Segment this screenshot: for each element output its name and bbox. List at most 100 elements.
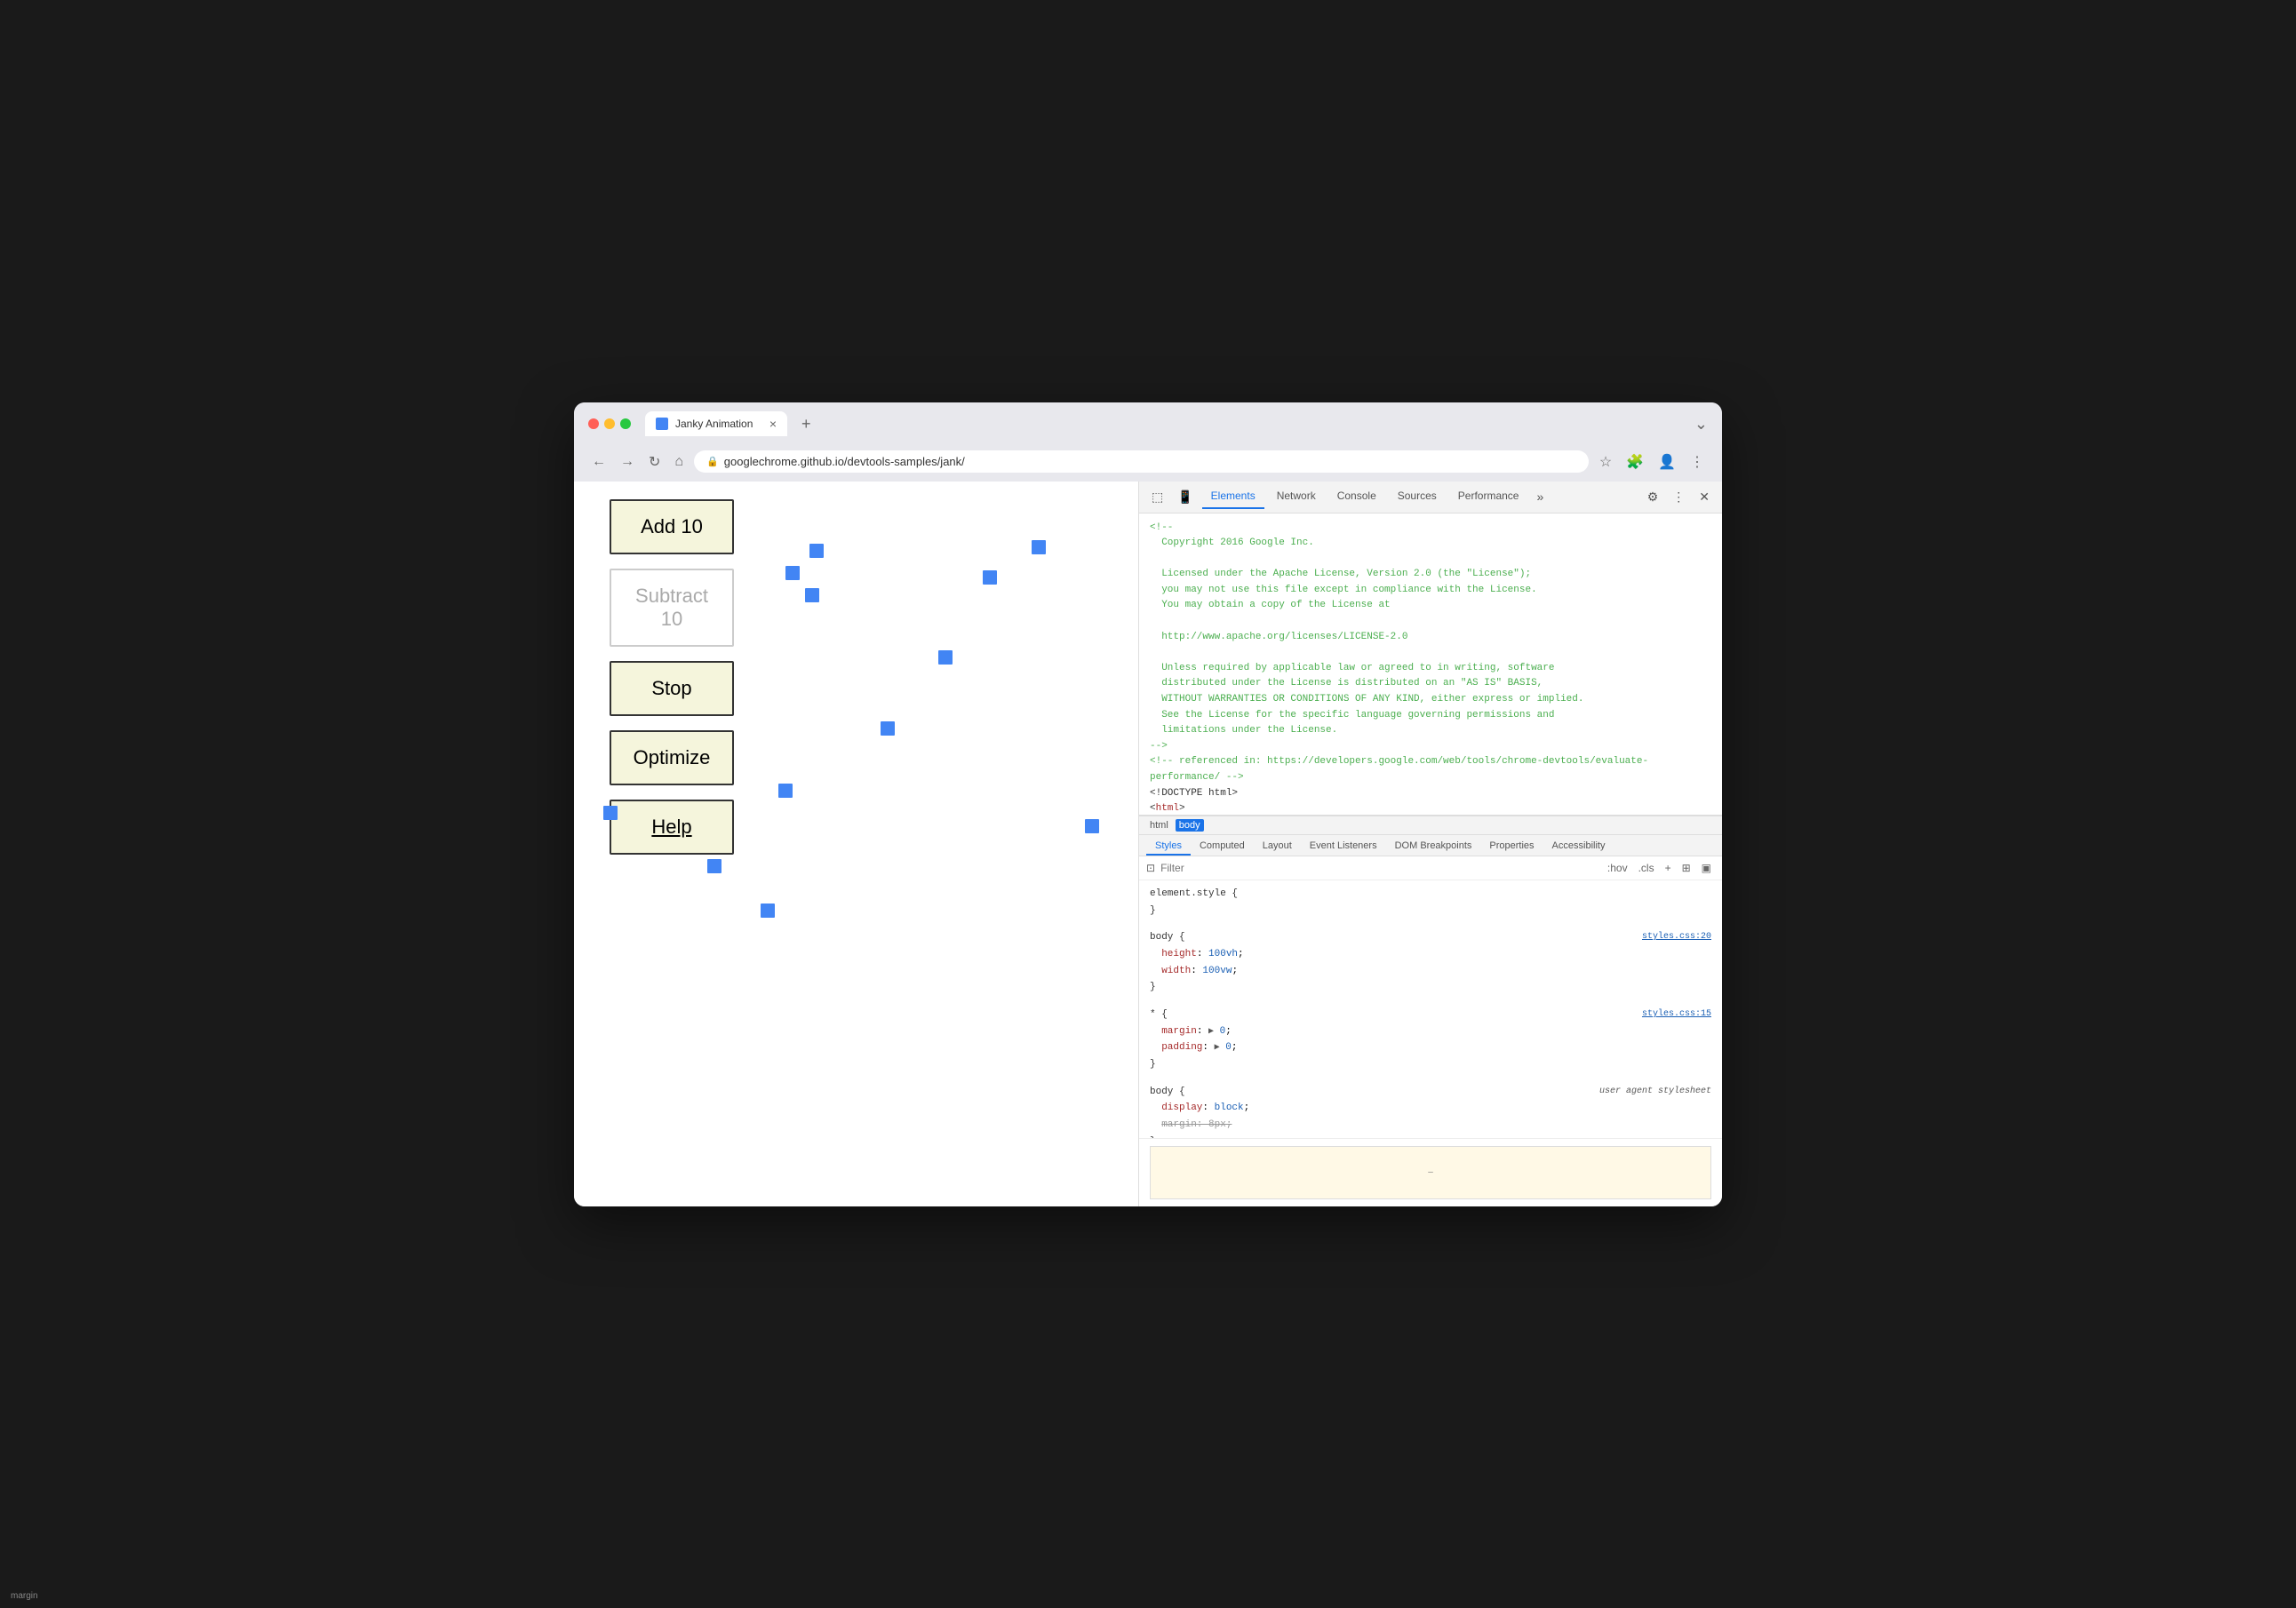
tab-sources[interactable]: Sources (1389, 484, 1446, 509)
animated-square-2 (805, 588, 819, 602)
title-bar: Janky Animation × + ⌄ (574, 402, 1722, 444)
tab-favicon (656, 418, 668, 430)
home-button[interactable]: ⌂ (671, 450, 687, 474)
tab-elements[interactable]: Elements (1202, 484, 1264, 509)
forward-button[interactable]: → (617, 450, 638, 474)
profile-button[interactable]: 👤 (1654, 450, 1679, 474)
reload-button[interactable]: ↻ (645, 450, 664, 474)
window-expand-button[interactable]: ⌄ (1694, 415, 1708, 434)
maximize-traffic-light[interactable] (620, 418, 631, 429)
tab-console[interactable]: Console (1328, 484, 1385, 509)
subtract10-button[interactable]: Subtract 10 (610, 569, 734, 647)
add-style-button[interactable]: + (1662, 860, 1675, 876)
devtools-content: <!-- Copyright 2016 Google Inc. Licensed… (1139, 513, 1722, 1206)
html-ref-comment2: performance/ --> (1150, 770, 1711, 786)
new-style-rule-button[interactable]: ⊞ (1678, 860, 1694, 876)
styles-tabs: Styles Computed Layout Event Listeners D… (1139, 835, 1722, 856)
tab-network[interactable]: Network (1268, 484, 1325, 509)
styles-toolbar: ⊡ :hov .cls + ⊞ ▣ (1139, 856, 1722, 880)
animated-square-5 (1032, 540, 1046, 554)
css-rule-element-style: element.style { } (1150, 886, 1711, 919)
browser-window: Janky Animation × + ⌄ ← → ↻ ⌂ 🔒 googlech… (574, 402, 1722, 1206)
box-model-visual: margin – (1150, 1146, 1711, 1199)
filter-icon: ⊡ (1146, 862, 1155, 874)
devtools-more-button[interactable]: ⋮ (1667, 486, 1690, 508)
more-tabs-button[interactable]: » (1531, 486, 1549, 507)
breadcrumb-bar: html body (1139, 816, 1722, 835)
tab-title: Janky Animation (675, 418, 753, 430)
html-license-5: distributed under the License is distrib… (1150, 676, 1711, 692)
styles-tab-event-listeners[interactable]: Event Listeners (1301, 835, 1386, 856)
minimize-traffic-light[interactable] (604, 418, 615, 429)
optimize-button[interactable]: Optimize (610, 730, 734, 785)
animated-square-3 (785, 566, 800, 580)
hov-cls-buttons: :hov .cls + ⊞ ▣ (1604, 860, 1715, 876)
devtools-settings-button[interactable]: ⚙ (1642, 486, 1664, 508)
animated-square-10 (1085, 819, 1099, 833)
html-license-7: See the License for the specific languag… (1150, 708, 1711, 724)
add10-button[interactable]: Add 10 (610, 499, 734, 554)
tab-performance[interactable]: Performance (1449, 484, 1528, 509)
inspect-element-button[interactable]: ⬚ (1146, 486, 1168, 508)
box-model-dash: – (1428, 1167, 1433, 1177)
devtools-toolbar: ⬚ 📱 Elements Network Console Sources Per… (1139, 482, 1722, 513)
css-rule-universal: * { styles.css:15 margin: ▶ 0; padding: … (1150, 1007, 1711, 1073)
hov-button[interactable]: :hov (1604, 860, 1631, 876)
css-selector-body-ua: body { user agent stylesheet (1150, 1084, 1711, 1101)
css-close-body-1: } (1150, 979, 1711, 996)
new-tab-button[interactable]: + (794, 411, 818, 437)
animated-square-9 (778, 784, 793, 798)
css-prop-width: width: 100vw; (1150, 963, 1711, 980)
html-source-panel: <!-- Copyright 2016 Google Inc. Licensed… (1139, 513, 1722, 816)
animated-square-7 (881, 721, 895, 736)
styles-tab-layout[interactable]: Layout (1254, 835, 1301, 856)
css-close-universal: } (1150, 1056, 1711, 1073)
close-traffic-light[interactable] (588, 418, 599, 429)
html-comment-end: --> (1150, 739, 1711, 755)
animated-square-12 (761, 904, 775, 918)
device-toolbar-button[interactable]: 📱 (1172, 486, 1198, 508)
stop-button[interactable]: Stop (610, 661, 734, 716)
help-button[interactable]: Help (610, 800, 734, 855)
tab-close-button[interactable]: × (769, 417, 777, 431)
filter-input[interactable] (1160, 862, 1598, 874)
page-area: Add 10 Subtract 10 Stop Optimize Help (574, 482, 1138, 1206)
styles-tab-accessibility[interactable]: Accessibility (1543, 835, 1614, 856)
animated-square-8 (603, 806, 618, 820)
styles-tab-styles[interactable]: Styles (1146, 835, 1191, 856)
breadcrumb-html[interactable]: html (1146, 819, 1172, 832)
html-license-url: http://www.apache.org/licenses/LICENSE-2… (1150, 630, 1711, 646)
devtools-close-button[interactable]: ✕ (1694, 486, 1715, 508)
styles-tab-computed[interactable]: Computed (1191, 835, 1254, 856)
styles-tab-dom-breakpoints[interactable]: DOM Breakpoints (1386, 835, 1481, 856)
browser-tab[interactable]: Janky Animation × (645, 411, 787, 436)
html-license-3: You may obtain a copy of the License at (1150, 598, 1711, 614)
cls-button[interactable]: .cls (1635, 860, 1658, 876)
html-license-2: you may not use this file except in comp… (1150, 583, 1711, 599)
html-tag[interactable]: <html> (1150, 801, 1711, 815)
browser-toolbar-right: ☆ 🧩 👤 ⋮ (1596, 450, 1708, 474)
css-prop-margin: margin: ▶ 0; (1150, 1023, 1711, 1040)
css-selector-element-style: element.style { (1150, 886, 1711, 903)
back-button[interactable]: ← (588, 450, 610, 474)
url-text: googlechrome.github.io/devtools-samples/… (724, 455, 965, 468)
main-content: Add 10 Subtract 10 Stop Optimize Help (574, 482, 1722, 1206)
html-doctype: <!DOCTYPE html> (1150, 786, 1711, 802)
animated-square-6 (938, 650, 953, 665)
css-selector-body-1: body { styles.css:20 (1150, 929, 1711, 946)
html-ref-comment: <!-- referenced in: https://developers.g… (1150, 754, 1711, 770)
traffic-lights (588, 418, 631, 429)
css-prop-padding: padding: ▶ 0; (1150, 1039, 1711, 1056)
lock-icon: 🔒 (706, 456, 719, 467)
css-prop-height: height: 100vh; (1150, 946, 1711, 963)
html-comment-start: <!-- (1150, 521, 1711, 537)
bookmark-button[interactable]: ☆ (1596, 450, 1615, 474)
address-input[interactable]: 🔒 googlechrome.github.io/devtools-sample… (694, 450, 1589, 473)
breadcrumb-body[interactable]: body (1176, 819, 1204, 832)
css-rule-body-1: body { styles.css:20 height: 100vh; widt… (1150, 929, 1711, 996)
extensions-button[interactable]: 🧩 (1622, 450, 1647, 474)
html-license-8: limitations under the License. (1150, 723, 1711, 739)
toggle-colors-button[interactable]: ▣ (1698, 860, 1715, 876)
menu-button[interactable]: ⋮ (1686, 450, 1708, 474)
styles-tab-properties[interactable]: Properties (1480, 835, 1543, 856)
